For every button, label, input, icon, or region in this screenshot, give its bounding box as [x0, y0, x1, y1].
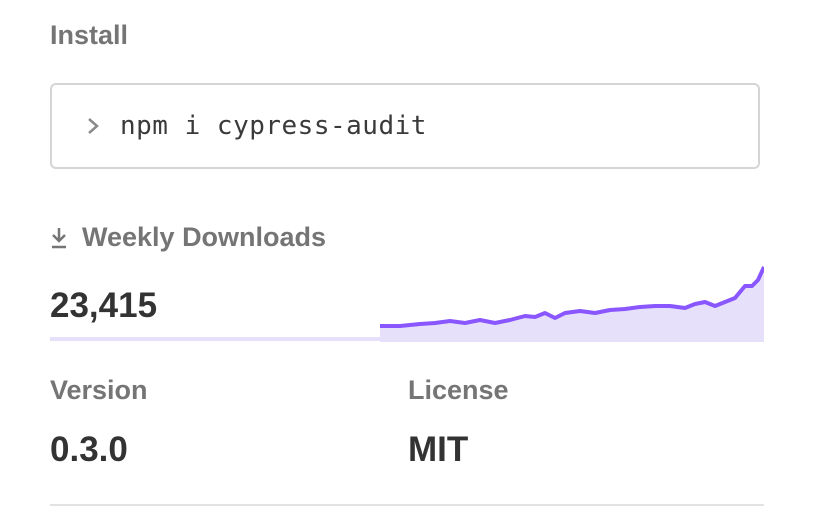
version-value: 0.3.0 [50, 430, 128, 469]
weekly-downloads-count: 23,415 [50, 286, 158, 325]
install-label: Install [50, 20, 129, 50]
chevron-right-icon [88, 118, 99, 134]
install-command[interactable]: npm i cypress-audit [120, 111, 427, 141]
license-value: MIT [408, 430, 469, 469]
downloads-baseline [50, 337, 380, 341]
section-divider [50, 504, 764, 506]
install-command-box[interactable]: npm i cypress-audit [50, 83, 760, 169]
license-label: License [408, 375, 509, 405]
version-label: Version [50, 375, 148, 405]
download-icon [52, 227, 66, 248]
downloads-sparkline[interactable] [380, 262, 764, 342]
weekly-downloads-header: Weekly Downloads [50, 222, 326, 253]
weekly-downloads-label: Weekly Downloads [82, 222, 327, 252]
